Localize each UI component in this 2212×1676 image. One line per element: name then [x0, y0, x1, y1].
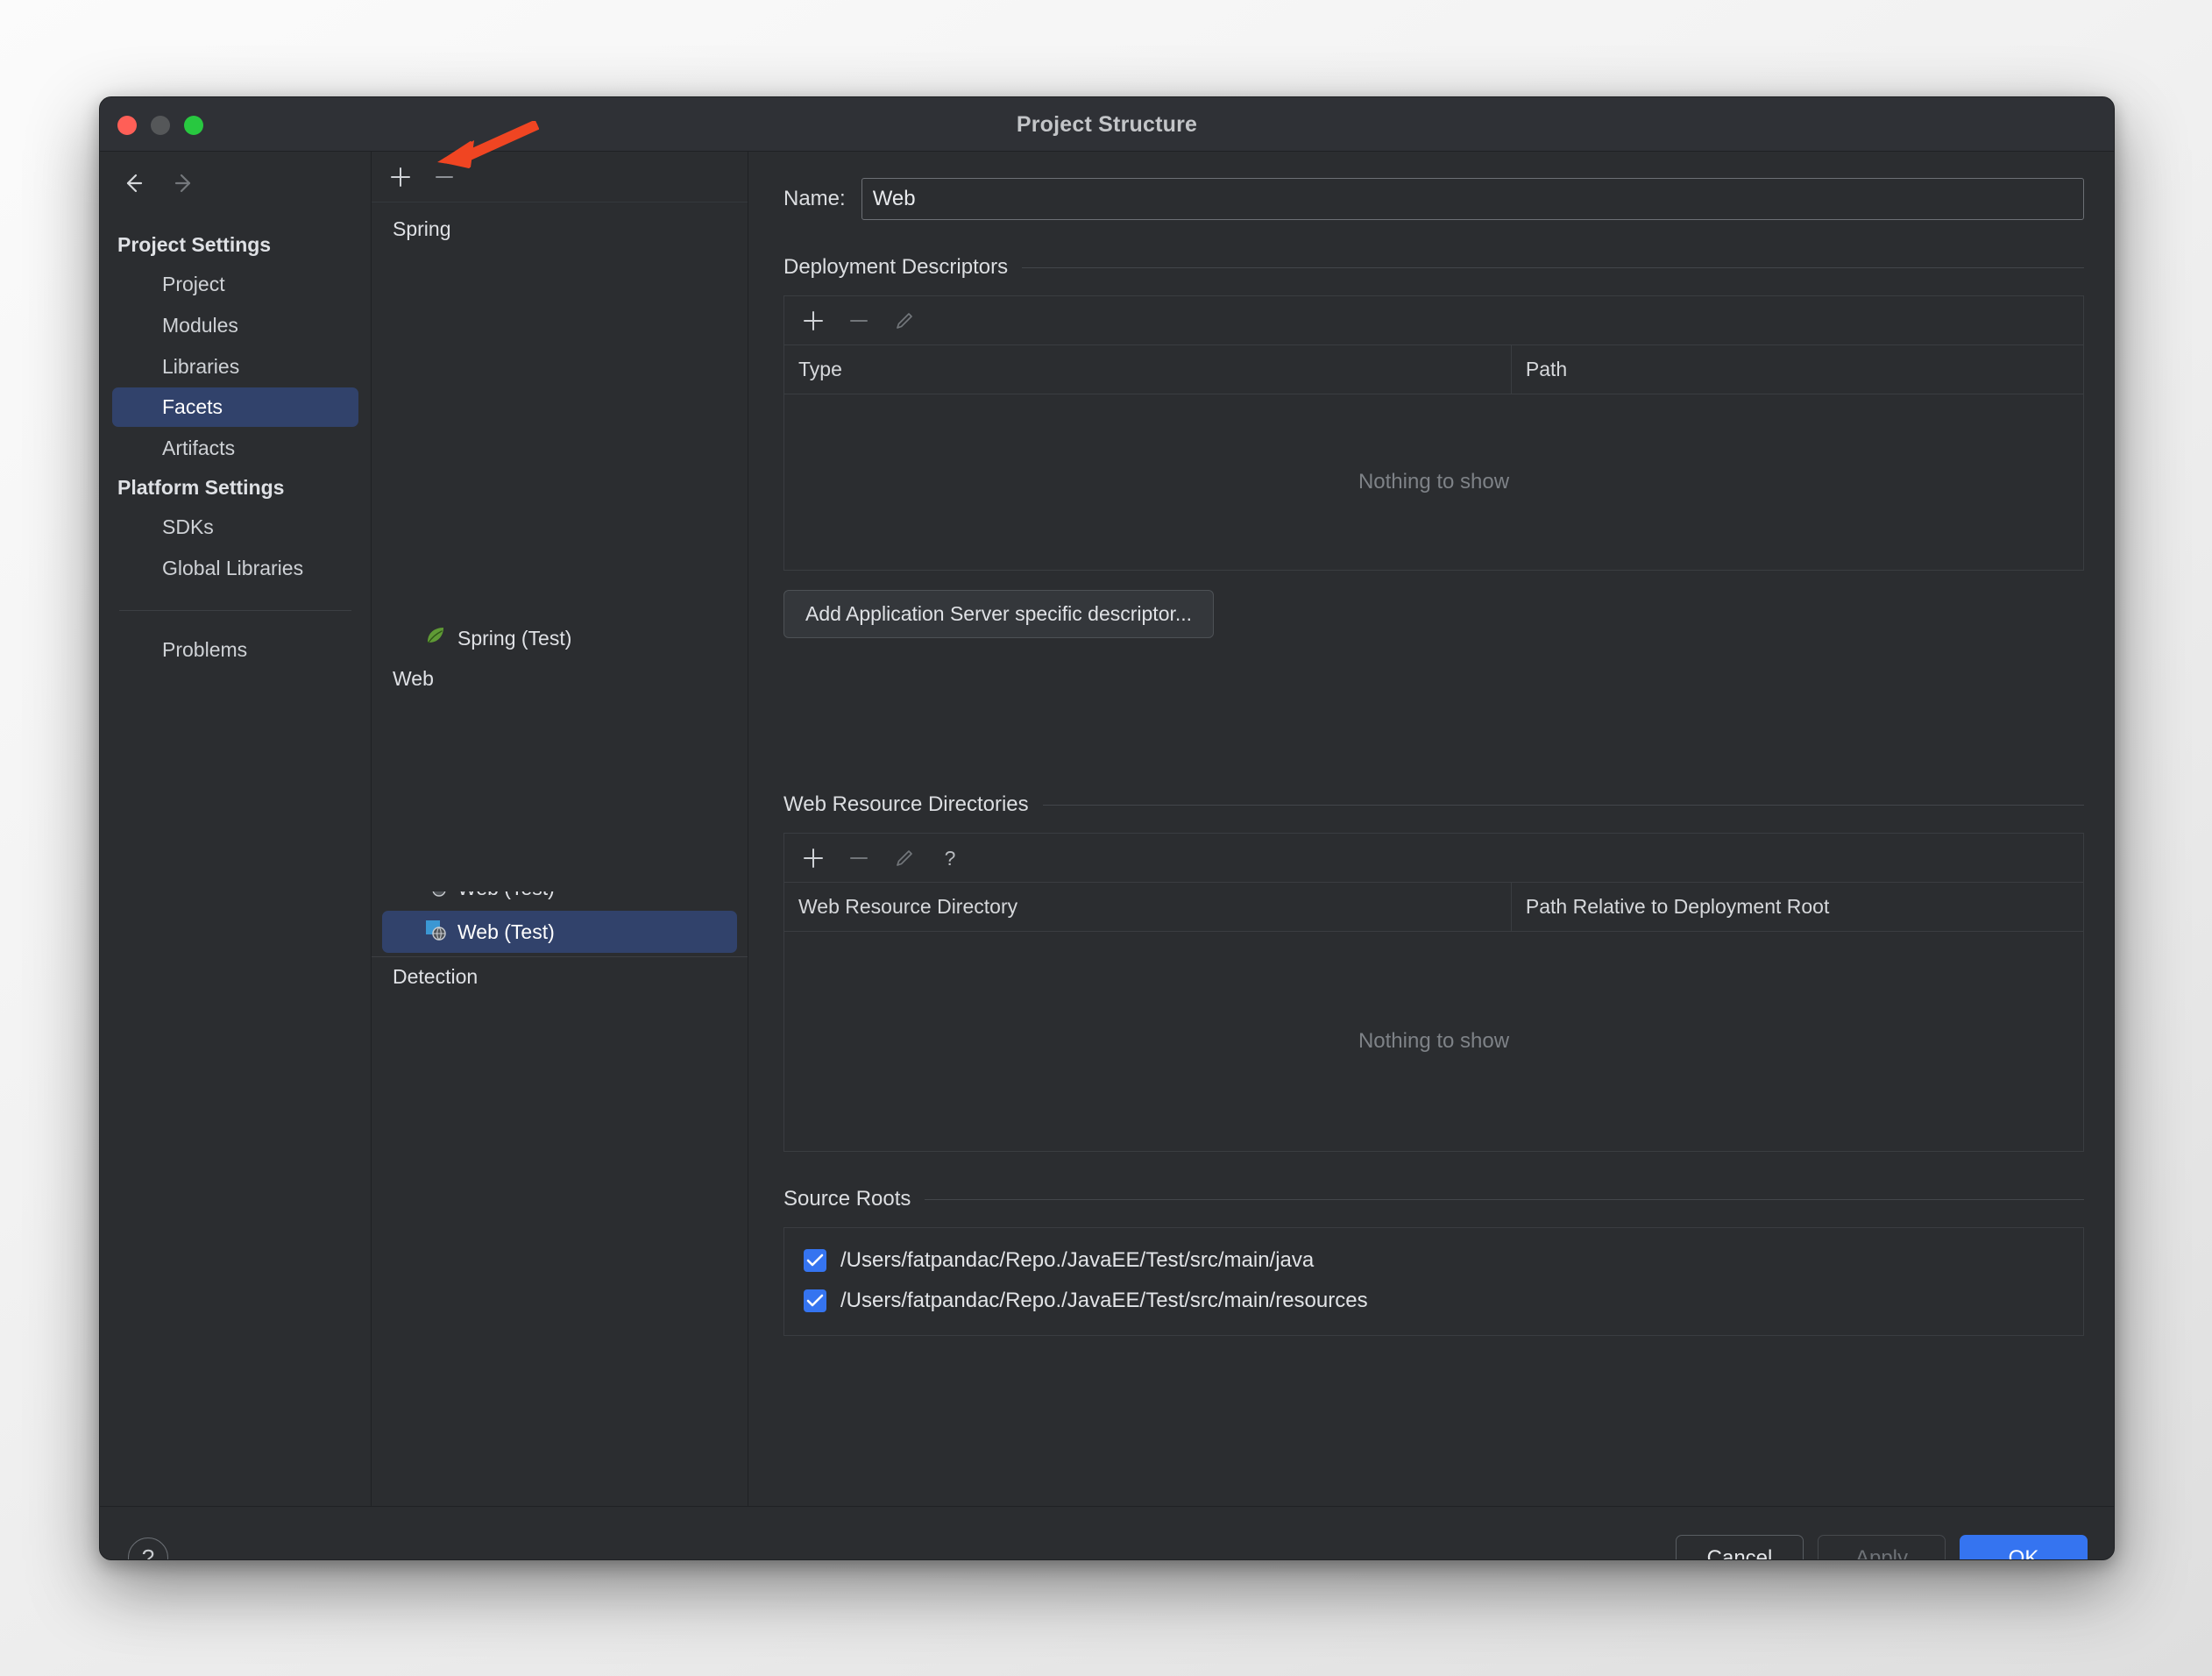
sidebar-item-libraries[interactable]: Libraries [112, 347, 358, 387]
web-resource-directories-header-row: Web Resource Directory Path Relative to … [784, 883, 2083, 932]
web-resource-directories-toolbar: ? [784, 834, 2083, 883]
svg-text:?: ? [945, 847, 956, 870]
sidebar-item-facets[interactable]: Facets [112, 387, 358, 427]
empty-state-text: Nothing to show [784, 1029, 2083, 1054]
settings-sidebar: Project Settings Project Modules Librari… [100, 152, 372, 1506]
facet-name-input[interactable] [861, 178, 2084, 220]
sidebar-item-project[interactable]: Project [112, 265, 358, 304]
source-root-row[interactable]: /Users/fatpandac/Repo./JavaEE/Test/src/m… [784, 1240, 2083, 1281]
tree-group-detection: Detection [372, 957, 748, 997]
facets-tree: Spring Spring (Test) Web [372, 202, 748, 997]
tree-item-web-test[interactable]: Web (Test) [382, 911, 737, 953]
sidebar-list: Project Settings Project Modules Librari… [100, 215, 371, 670]
deployment-descriptors-header-row: Type Path [784, 345, 2083, 394]
remove-icon[interactable] [846, 308, 872, 334]
tree-spacer [372, 699, 748, 891]
section-rule [1043, 805, 2084, 806]
dialog-footer: ? Cancel Apply OK [100, 1506, 2114, 1560]
section-title: Source Roots [783, 1187, 911, 1211]
facets-remove-button[interactable] [431, 164, 457, 190]
dialog-body: Project Settings Project Modules Librari… [100, 152, 2114, 1506]
sidebar-item-sdks[interactable]: SDKs [112, 508, 358, 547]
section-title: Deployment Descriptors [783, 255, 1008, 280]
web-module-icon [424, 918, 447, 946]
sidebar-item-global-libraries[interactable]: Global Libraries [112, 549, 358, 588]
cancel-button[interactable]: Cancel [1676, 1535, 1804, 1560]
facets-add-button[interactable] [387, 164, 414, 190]
column-header-web-resource-directory[interactable]: Web Resource Directory [784, 883, 1512, 931]
ok-button[interactable]: OK [1960, 1535, 2088, 1560]
sidebar-group-platform-settings: Platform Settings [100, 470, 371, 506]
source-roots-list: /Users/fatpandac/Repo./JavaEE/Test/src/m… [783, 1227, 2084, 1336]
add-application-server-descriptor-button[interactable]: Add Application Server specific descript… [783, 590, 1214, 638]
project-structure-dialog: Project Structure [99, 96, 2115, 1560]
facet-detail-pane: Name: Deployment Descriptors [748, 152, 2114, 1506]
web-module-icon [424, 891, 447, 902]
tree-group-spring: Spring [372, 210, 748, 249]
empty-state-text: Nothing to show [784, 470, 2083, 494]
source-root-path: /Users/fatpandac/Repo./JavaEE/Test/src/m… [840, 1248, 1314, 1273]
column-header-path-relative[interactable]: Path Relative to Deployment Root [1512, 883, 2083, 931]
tree-item-partial-clipped[interactable]: Web (Test) [382, 891, 737, 911]
facets-tree-panel: Spring Spring (Test) Web [372, 152, 748, 1506]
sidebar-divider [119, 610, 351, 611]
apply-button: Apply [1818, 1535, 1946, 1560]
add-icon[interactable] [800, 308, 826, 334]
tree-group-web: Web [372, 659, 748, 699]
help-button[interactable]: ? [128, 1538, 168, 1560]
detail-inner: Name: Deployment Descriptors [748, 178, 2114, 1336]
tree-item-label: Spring (Test) [457, 627, 571, 650]
tree-item-label: Web (Test) [457, 920, 555, 944]
window-title: Project Structure [100, 112, 2114, 138]
footer-actions: Cancel Apply OK [1676, 1535, 2088, 1560]
deployment-descriptors-toolbar [784, 296, 2083, 345]
source-roots-section-header: Source Roots [783, 1187, 2084, 1211]
source-root-checkbox[interactable] [804, 1249, 826, 1272]
deployment-descriptors-body[interactable]: Nothing to show [784, 394, 2083, 570]
facets-toolbar [372, 152, 748, 202]
sidebar-item-problems[interactable]: Problems [112, 630, 358, 670]
sidebar-item-artifacts[interactable]: Artifacts [112, 429, 358, 468]
source-root-checkbox[interactable] [804, 1289, 826, 1312]
tree-spacer [372, 249, 748, 617]
edit-icon[interactable] [891, 308, 918, 334]
spring-leaf-icon [424, 624, 447, 652]
remove-icon[interactable] [846, 845, 872, 871]
source-root-path: /Users/fatpandac/Repo./JavaEE/Test/src/m… [840, 1289, 1368, 1313]
edit-icon[interactable] [891, 845, 918, 871]
deployment-descriptors-section-header: Deployment Descriptors [783, 255, 2084, 280]
desktop-background: Project Structure [0, 0, 2212, 1676]
name-label: Name: [783, 187, 846, 211]
section-rule [1022, 267, 2084, 268]
column-header-path[interactable]: Path [1512, 345, 2083, 394]
back-arrow-icon[interactable] [117, 168, 147, 198]
sidebar-group-project-settings: Project Settings [100, 227, 371, 263]
web-resource-directories-body[interactable]: Nothing to show [784, 932, 2083, 1151]
deployment-descriptors-table: Type Path Nothing to show [783, 295, 2084, 571]
web-resource-directories-section-header: Web Resource Directories [783, 792, 2084, 817]
sidebar-nav-row [100, 152, 371, 215]
web-resource-directories-table: ? Web Resource Directory Path Relative t… [783, 833, 2084, 1152]
column-header-type[interactable]: Type [784, 345, 1512, 394]
source-root-row[interactable]: /Users/fatpandac/Repo./JavaEE/Test/src/m… [784, 1281, 2083, 1321]
tree-item-label: Web (Test) [457, 891, 555, 900]
tree-item-spring-test[interactable]: Spring (Test) [382, 617, 737, 659]
sidebar-item-modules[interactable]: Modules [112, 306, 358, 345]
section-title: Web Resource Directories [783, 792, 1029, 817]
window-titlebar: Project Structure [100, 97, 2114, 152]
help-icon[interactable]: ? [937, 845, 963, 871]
section-rule [925, 1199, 2084, 1200]
forward-arrow-icon[interactable] [170, 168, 200, 198]
add-icon[interactable] [800, 845, 826, 871]
tree-item-clipped-inner: Web (Test) [382, 891, 737, 909]
name-row: Name: [783, 178, 2084, 220]
